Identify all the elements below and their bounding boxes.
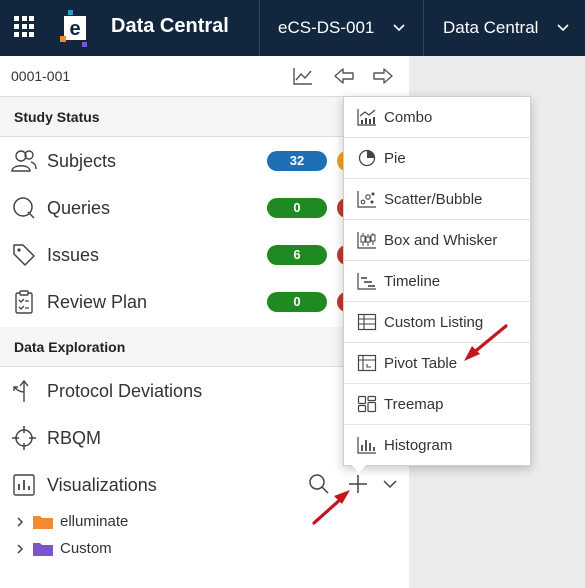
treemap-icon	[357, 395, 377, 413]
menu-caret	[349, 462, 369, 473]
menu-item-combo[interactable]: Combo	[344, 97, 530, 138]
status-label: Queries	[47, 198, 111, 218]
branch-arrow-icon	[13, 379, 29, 402]
visualization-type-menu: Combo Pie Scatter/Bubble Box and Whisker	[343, 96, 531, 466]
query-search-icon	[13, 197, 35, 219]
timeline-icon	[357, 273, 376, 290]
menu-item-label: Pivot Table	[384, 355, 458, 372]
menu-item-label: Pie	[384, 150, 406, 167]
nav-divider	[259, 0, 260, 56]
folder-icon	[33, 543, 53, 556]
count-badge: 32	[267, 151, 327, 171]
exploration-label: RBQM	[47, 428, 101, 448]
menu-item-label: Timeline	[384, 273, 441, 290]
scatter-chart-icon	[357, 191, 376, 208]
count-badge: 0	[267, 292, 327, 312]
menu-item-label: Histogram	[384, 437, 453, 454]
menu-item-timeline[interactable]: Timeline	[344, 261, 530, 302]
study-selector[interactable]: eCS-DS-001	[278, 0, 406, 56]
chevron-down-icon	[393, 24, 405, 32]
bar-chart-icon	[13, 474, 35, 496]
module-selector-label: Data Central	[443, 18, 539, 37]
panel-toolbar: 0001-001	[0, 56, 409, 97]
clipboard-icon	[15, 290, 33, 314]
pivot-table-icon	[357, 354, 377, 372]
status-label: Issues	[47, 245, 100, 265]
chevron-right-icon	[17, 517, 24, 527]
svg-text:e: e	[69, 18, 80, 40]
nav-divider	[423, 0, 424, 56]
histogram-icon	[357, 437, 376, 454]
chevron-down-icon[interactable]	[381, 476, 399, 492]
table-icon	[357, 313, 377, 331]
tag-icon	[13, 244, 35, 266]
arrow-left-icon[interactable]	[333, 66, 355, 86]
exploration-label: Protocol Deviations	[47, 381, 203, 401]
tree-label: Custom	[60, 540, 112, 557]
combo-chart-icon	[357, 109, 376, 126]
exploration-label: Visualizations	[47, 475, 157, 495]
chevron-right-icon	[17, 544, 24, 554]
app-grid-icon[interactable]	[14, 16, 36, 38]
menu-item-box-whisker[interactable]: Box and Whisker	[344, 220, 530, 261]
menu-item-label: Combo	[384, 109, 433, 126]
box-whisker-icon	[357, 232, 376, 249]
study-selector-label: eCS-DS-001	[278, 18, 375, 37]
annotation-arrow-pivot	[464, 324, 508, 361]
annotation-arrow-add	[312, 490, 350, 525]
module-selector[interactable]: Data Central	[443, 0, 570, 56]
section-title: Data Exploration	[14, 339, 126, 355]
section-title: Study Status	[14, 109, 100, 125]
count-badge: 0	[267, 198, 327, 218]
users-icon	[11, 150, 37, 172]
tree-folder-custom[interactable]: Custom	[0, 535, 409, 562]
line-chart-icon[interactable]	[292, 66, 314, 86]
status-label: Subjects	[47, 151, 117, 171]
menu-item-pie[interactable]: Pie	[344, 138, 530, 179]
menu-item-label: Scatter/Bubble	[384, 191, 483, 208]
logo-icon: e	[60, 10, 87, 47]
menu-item-histogram[interactable]: Histogram	[344, 425, 530, 466]
folder-icon	[33, 516, 53, 529]
menu-item-label: Treemap	[384, 396, 444, 413]
arrow-right-icon[interactable]	[372, 66, 394, 86]
top-bar: e Data Central eCS-DS-001 Data Central	[0, 0, 585, 56]
app-title: Data Central	[111, 15, 229, 37]
count-badge: 6	[267, 245, 327, 265]
menu-item-treemap[interactable]: Treemap	[344, 384, 530, 425]
menu-item-label: Box and Whisker	[384, 232, 498, 249]
status-label: Review Plan	[47, 292, 148, 312]
tree-label: elluminate	[60, 513, 129, 530]
pie-chart-icon	[358, 149, 376, 167]
crosshair-icon	[12, 426, 36, 450]
menu-item-scatter-bubble[interactable]: Scatter/Bubble	[344, 179, 530, 220]
chevron-down-icon	[557, 24, 570, 32]
breadcrumb: 0001-001	[11, 68, 71, 84]
